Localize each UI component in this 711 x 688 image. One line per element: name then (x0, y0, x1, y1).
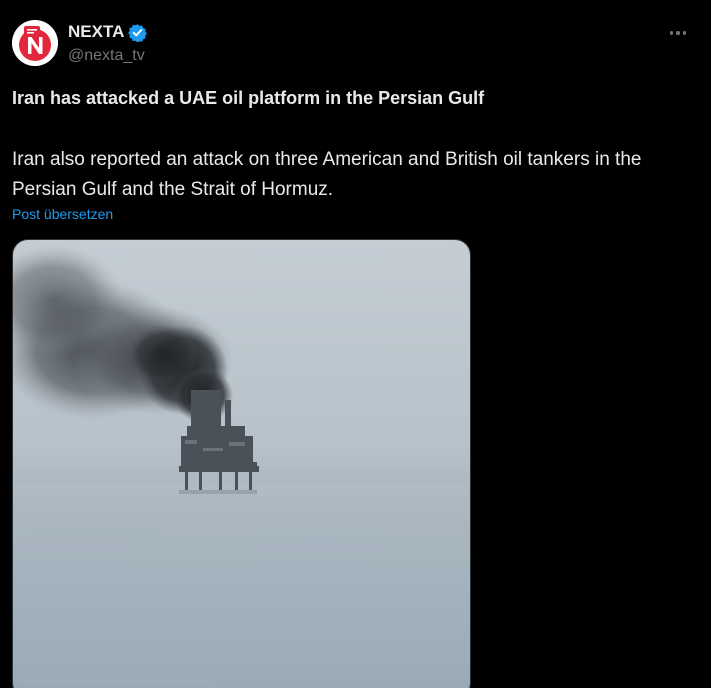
post-body: Iran also reported an attack on three Am… (12, 149, 642, 200)
post-headline: Iran has attacked a UAE oil platform in … (12, 88, 485, 108)
author-name-row[interactable]: NEXTA (68, 22, 148, 42)
oil-platform-photo (13, 240, 470, 688)
translate-post-link[interactable]: Post übersetzen (12, 206, 113, 222)
tweet: NEXTA @nexta_tv Iran has attacked a UAE … (0, 0, 711, 688)
nexta-logo-icon (12, 20, 58, 66)
post-media-photo[interactable] (12, 239, 471, 688)
verified-badge-icon[interactable] (128, 23, 148, 42)
author-handle[interactable]: @nexta_tv (68, 47, 145, 65)
avatar[interactable] (12, 20, 58, 66)
more-options-button[interactable] (667, 22, 689, 44)
more-horizontal-icon (669, 31, 687, 35)
author-display-name[interactable]: NEXTA (68, 22, 124, 42)
